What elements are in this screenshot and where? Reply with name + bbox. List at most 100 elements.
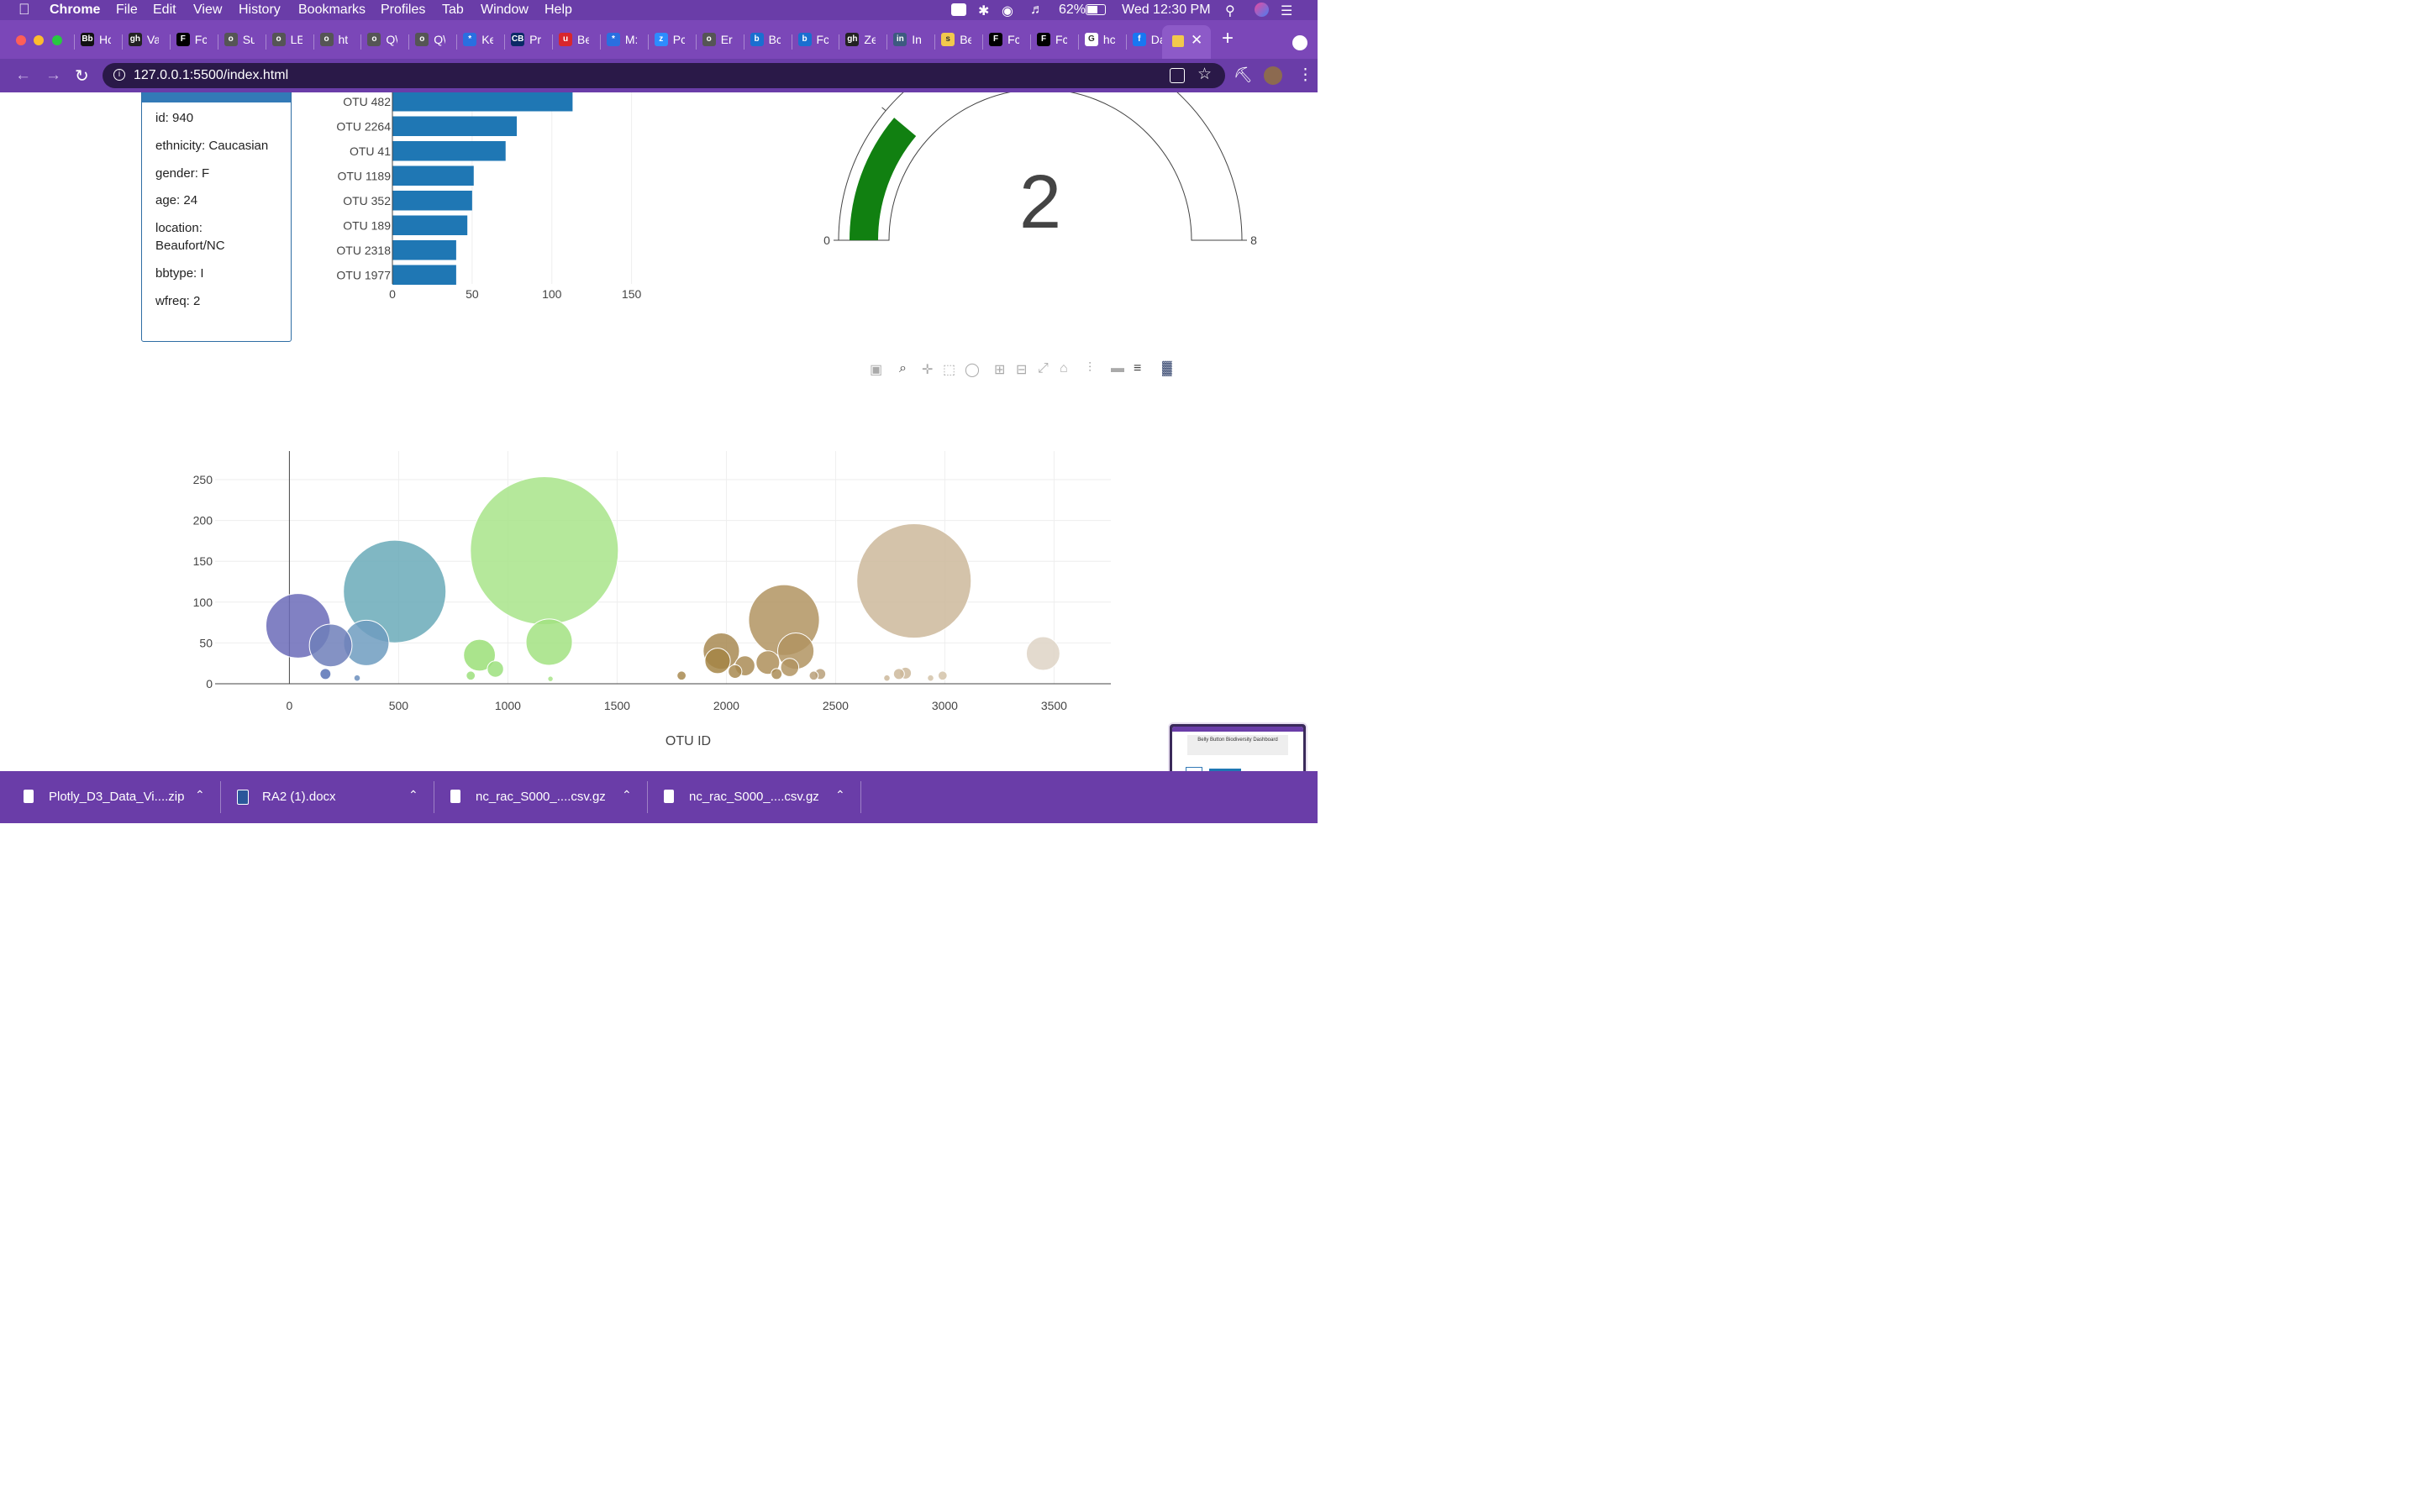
back-icon[interactable]: ← [15, 66, 31, 85]
download-item[interactable]: Plotly_D3_Data_Vi....zip ⌃ [0, 771, 220, 823]
tab-item[interactable]: b Bc [750, 29, 781, 52]
tab-title: Pc [672, 33, 685, 46]
tab-item[interactable]: gh Va [128, 29, 159, 52]
menu-app-name[interactable]: Chrome [50, 3, 100, 18]
menu-edit[interactable]: Edit [153, 3, 176, 18]
hover-closest-icon[interactable]: ▬ [1111, 361, 1124, 376]
siri-icon[interactable] [1255, 3, 1269, 17]
reset-axes-icon[interactable]: ⌂ [1060, 361, 1068, 376]
address-bar[interactable]: i 127.0.0.1:5500/index.html ☆ [103, 63, 1225, 88]
install-app-icon[interactable] [1170, 68, 1185, 83]
lasso-icon[interactable]: ◯ [965, 361, 980, 378]
menu-window[interactable]: Window [481, 3, 529, 18]
bar [392, 265, 456, 285]
tab-item[interactable]: * M: [606, 29, 637, 52]
tab-search-icon[interactable] [1292, 35, 1307, 50]
site-info-icon[interactable]: i [113, 69, 125, 81]
meta-gender: gender: F [155, 166, 210, 181]
menu-profiles[interactable]: Profiles [381, 3, 425, 18]
tab-item[interactable]: F Fc [989, 29, 1019, 52]
tab-item[interactable]: o Q\ [367, 29, 397, 52]
clock[interactable]: Wed 12:30 PM [1122, 3, 1211, 18]
close-tab-icon[interactable]: ✕ [1191, 32, 1202, 49]
control-center-icon[interactable]: ☰ [1281, 3, 1292, 19]
tab-item[interactable]: s Be [941, 29, 971, 52]
download-item[interactable]: nc_rac_S000_....csv.gz ⌃ [640, 771, 860, 823]
bookmark-star-icon[interactable]: ☆ [1197, 65, 1212, 84]
download-item[interactable]: nc_rac_S000_....csv.gz ⌃ [427, 771, 647, 823]
bubble-y-tick-label: 200 [193, 514, 213, 528]
tab-title: Fc [1055, 33, 1067, 46]
chevron-up-icon[interactable]: ⌃ [195, 788, 205, 802]
spotlight-search-icon[interactable]: ⚲ [1225, 3, 1235, 19]
tab-item[interactable]: Ghc [1084, 29, 1115, 52]
zoom-icon[interactable]: ⌕ [899, 361, 907, 376]
window-close-icon[interactable] [16, 35, 26, 45]
pan-icon[interactable]: ✛ [922, 361, 933, 378]
window-zoom-icon[interactable] [52, 35, 62, 45]
download-item[interactable]: RA2 (1).docx ⌃ [213, 771, 434, 823]
tab-favicon-icon: o [271, 33, 286, 46]
menu-tab[interactable]: Tab [442, 3, 464, 18]
tab-item[interactable]: Bb Hc [81, 29, 111, 52]
bubble-x-tick-label: 2500 [823, 699, 849, 712]
new-tab-icon[interactable]: + [1222, 27, 1234, 50]
zoom-in-icon[interactable]: ⊞ [994, 361, 1005, 378]
spike-lines-icon[interactable]: ⫶ [1088, 361, 1092, 376]
chevron-up-icon[interactable]: ⌃ [622, 788, 632, 802]
hover-compare-icon[interactable]: ≡ [1134, 361, 1141, 376]
tab-item[interactable]: b Fc [797, 29, 829, 52]
profile-avatar[interactable] [1264, 66, 1282, 85]
plotly-logo-icon[interactable]: ▓ [1162, 361, 1172, 376]
apple-icon[interactable]:  [18, 1, 30, 18]
tab-title: M: [624, 33, 637, 46]
tab-item[interactable]: z Pc [654, 29, 685, 52]
forward-icon[interactable]: → [45, 66, 61, 85]
tab-item[interactable]: F Fc [1037, 29, 1067, 52]
volume-icon[interactable]: ♬ [1030, 3, 1044, 18]
reload-icon[interactable]: ↻ [75, 66, 89, 87]
wash-frequency-gauge[interactable]: 0 8 2 [807, 92, 1277, 260]
tab-item[interactable]: f Da [1132, 29, 1163, 52]
tab-favicon-icon: o [367, 33, 381, 46]
gauge-min-label: 0 [823, 234, 830, 247]
bluetooth-icon[interactable]: ✱ [978, 3, 989, 19]
extensions-icon[interactable]: ⛏ [1234, 66, 1253, 84]
menu-history[interactable]: History [239, 3, 281, 18]
battery-icon[interactable] [1086, 4, 1106, 15]
tab-item[interactable]: * Ke [463, 29, 493, 52]
tab-item[interactable]: gh Ze [845, 29, 876, 52]
zoom-out-icon[interactable]: ⊟ [1016, 361, 1027, 378]
tab-item[interactable]: o Er [702, 29, 733, 52]
tab-item[interactable]: F Fc [176, 29, 207, 52]
tab-active[interactable]: ✕ [1162, 25, 1211, 59]
otu-bubble-chart[interactable]: 0 500 1000 1500 2000 2500 3000 3500 0 50 100 150 200… [168, 445, 1143, 756]
word-file-icon [237, 790, 249, 805]
chrome-menu-icon[interactable]: ⋮ [1297, 66, 1313, 85]
menu-bookmarks[interactable]: Bookmarks [298, 3, 366, 18]
tab-item[interactable]: CB Pr [511, 29, 541, 52]
screenshot-thumbnail[interactable]: Belly Button Biodiversity Dashboard 2 [1168, 722, 1307, 771]
camera-icon[interactable]: ▣ [870, 361, 882, 378]
tab-item[interactable]: o Su [224, 29, 255, 52]
top-otu-bar-chart[interactable]: OTU 482 OTU 2264 OTU 41 OTU 1189 OTU 352 OTU … [311, 92, 664, 311]
tab-item[interactable]: o ht [319, 29, 349, 52]
menu-file[interactable]: File [116, 3, 138, 18]
chevron-up-icon[interactable]: ⌃ [835, 788, 845, 802]
url-text[interactable]: 127.0.0.1:5500/index.html [134, 68, 288, 83]
tab-item[interactable]: o Q\ [415, 29, 445, 52]
browser-toolbar: ← → ↻ i 127.0.0.1:5500/index.html ☆ ⛏ ⋮ [0, 59, 1318, 92]
bubble [466, 670, 476, 681]
autoscale-icon[interactable]: ⤢ [1038, 361, 1049, 376]
window-minimize-icon[interactable] [34, 35, 44, 45]
tab-item[interactable]: in In [893, 29, 922, 52]
chevron-up-icon[interactable]: ⌃ [408, 788, 418, 802]
menu-view[interactable]: View [193, 3, 222, 18]
tab-item[interactable]: u Be [559, 29, 589, 52]
wifi-icon[interactable]: ◉ [1002, 3, 1013, 19]
menu-help[interactable]: Help [544, 3, 572, 18]
tab-favicon-icon: * [606, 33, 620, 46]
screen-record-icon[interactable] [951, 3, 966, 16]
box-select-icon[interactable]: ⬚ [943, 361, 955, 378]
tab-item[interactable]: o LE [271, 29, 302, 52]
